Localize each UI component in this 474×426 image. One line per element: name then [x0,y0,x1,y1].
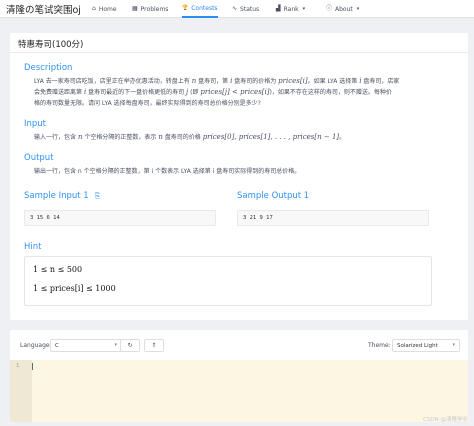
title-divider [10,52,468,53]
math-prices-i: prices[i] [278,77,308,85]
output-heading: Output [24,153,54,163]
description-text: LYA 去一家寿司店吃饭，店里正在举办优惠活动，转盘上有 n 盘寿司，第 i 盘… [34,76,458,109]
watermark: CSDN @清隆学长 [423,417,468,423]
sample-output-heading: Sample Output 1 [237,191,310,201]
site-brand[interactable]: 清隆の笔试突围oj [6,2,81,16]
language-value: C [55,342,59,349]
info-icon: ⓘ [326,5,333,12]
chart-icon: ▟ [276,5,281,12]
nav-item-home[interactable]: ⌂ Home [92,0,117,18]
nav-label-home: Home [98,5,117,13]
theme-select[interactable]: Solarized Light ▾ [392,339,460,352]
math-n: n [158,133,163,141]
theme-value: Solarized Light [397,342,438,349]
input-heading: Input [24,119,47,129]
sample-input-heading: Sample Input 1 ⎘ [24,191,100,201]
nav-label-problems: Problems [140,5,169,13]
math-i: i [230,77,233,85]
theme-label: Theme: [368,342,391,349]
description-heading: Description [24,63,73,73]
nav-label-rank: Rank [283,5,299,13]
math-n: n [191,77,197,85]
nav-item-about[interactable]: ⓘ About ▾ [326,0,359,18]
hint-heading: Hint [24,242,42,252]
chevron-down-icon: ▾ [452,342,455,348]
sample-input-label: Sample Input 1 [24,191,89,201]
math-n: n [77,133,83,141]
desc-text: )，如果不存在这样的寿司，则不赠送。每种价 [269,89,392,96]
code-editor-card: Language: C ▾ ↻ ⇑ Theme: Solarized Light… [10,330,468,422]
nav-item-problems[interactable]: ▦ Problems [132,0,168,18]
desc-text: 格的寿司数量无限。请问 LYA 选择每盘寿司，最终实际得到的寿司总价格分别是多少… [34,100,261,107]
language-label: Language: [20,342,52,349]
input-text: 输入一行，包含 n 个空格分隔的正整数，表示 n 盘寿司的价格 prices[0… [34,132,458,143]
nav-label-status: Status [240,5,260,13]
problem-card: 特惠寿司(100分) Description LYA 去一家寿司店吃饭，店里正在… [10,33,468,320]
upload-icon: ⇑ [151,342,157,349]
math-i: i [359,77,362,85]
desc-text: 盘寿司，店家 [363,78,400,85]
text-cursor [32,363,33,370]
hint-box: 1 ≤ n ≤ 500 1 ≤ prices[i] ≤ 1000 [24,256,432,306]
code-input-area[interactable]: 1 [10,360,468,422]
input-text-part: 盘寿司的价格 [164,134,201,141]
sample-input-box: 3 15 6 14 [24,210,216,226]
desc-text: 盘寿司最近的下一盘价格更低的寿司 [88,89,185,96]
desc-text: LYA 去一家寿司店吃饭，店里正在举办优惠活动，转盘上有 [34,78,190,85]
math-j: j [186,88,189,96]
nav-item-contests[interactable]: 🏆 Contests [182,0,218,18]
upload-code-button[interactable]: ⇑ [144,339,164,352]
math-inequality: prices[j] < prices[i] [200,88,270,96]
problem-title: 特惠寿司(100分) [18,40,84,50]
chevron-down-icon: ▾ [114,342,117,348]
hint-constraint-n: 1 ≤ n ≤ 500 [33,265,83,274]
desc-text: 盘寿司的价格为 [234,78,277,85]
reset-code-button[interactable]: ↻ [120,339,140,352]
desc-text: 会免费赠送距离第 [34,89,83,96]
output-text: 输出一行，包含 n 个空格分隔的正整数，第 i 个数表示 LYA 选择第 i 盘… [34,168,301,175]
input-text-part: 输入一行，包含 [34,134,77,141]
copy-icon[interactable]: ⎘ [95,192,101,201]
pulse-icon: ∿ [232,5,238,12]
desc-text: 。如果 LYA 选择第 [307,78,358,85]
hint-constraint-prices: 1 ≤ prices[i] ≤ 1000 [33,284,116,293]
nav-item-status[interactable]: ∿ Status [232,0,259,18]
sample-output-box: 3 21 9 17 [237,210,429,226]
language-select[interactable]: C ▾ [50,339,122,352]
math-i: i [83,88,87,96]
math-prices-list: prices[0], prices[1], . . . , prices[n −… [202,133,340,141]
grid-icon: ▦ [132,5,138,12]
chevron-down-icon: ▾ [356,6,360,12]
desc-text: (即 [190,89,199,96]
line-number-gutter: 1 [10,360,32,422]
line-number: 1 [16,363,20,369]
input-text-part: 个空格分隔的正整数，表示 [84,134,157,141]
trophy-icon: 🏆 [182,4,189,11]
nav-label-contests: Contests [191,4,218,12]
top-navbar: 清隆の笔试突围oj ⌂ Home ▦ Problems 🏆 Contests ∿… [0,0,474,18]
nav-item-rank[interactable]: ▟ Rank ▾ [276,0,305,18]
desc-text: 盘寿司，第 [198,78,229,85]
home-icon: ⌂ [92,5,96,12]
nav-label-about: About [335,5,353,13]
input-text-part: 。 [339,134,346,141]
refresh-icon: ↻ [127,342,133,349]
chevron-down-icon: ▾ [302,6,306,12]
